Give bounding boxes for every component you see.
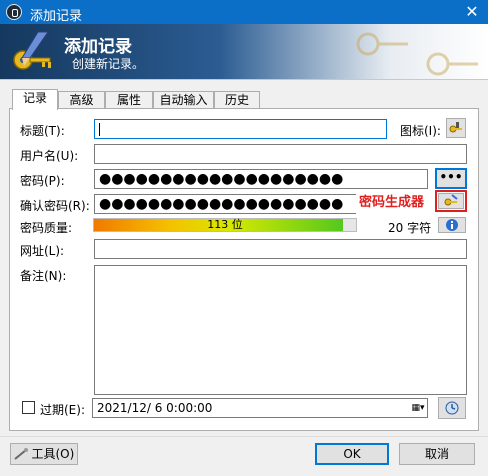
quality-info-button[interactable] <box>438 217 466 233</box>
username-label: 用户名(U): <box>20 149 79 163</box>
header-banner: 添加记录 创建新记录。 <box>0 24 488 80</box>
url-input[interactable] <box>94 239 467 259</box>
title-bar: 添加记录 ✕ <box>0 0 488 24</box>
calendar-dropdown-icon[interactable]: ▦▾ <box>411 401 425 415</box>
confirm-password-input[interactable]: ●●●●●●●●●●●●●●●●●●●● <box>94 194 356 214</box>
show-password-button[interactable]: ••• <box>435 168 467 189</box>
notes-textarea[interactable] <box>94 265 467 395</box>
title-input[interactable] <box>94 119 387 139</box>
tab-record[interactable]: 记录 <box>12 89 58 110</box>
confirm-password-label: 确认密码(R): <box>20 199 90 213</box>
clock-icon <box>445 401 459 415</box>
banner-subtitle: 创建新记录。 <box>72 57 145 71</box>
expiry-presets-button[interactable] <box>438 397 466 419</box>
key-watermark-icon <box>356 32 478 76</box>
window-title: 添加记录 <box>30 9 83 24</box>
password-input[interactable]: ●●●●●●●●●●●●●●●●●●●● <box>94 169 428 189</box>
tab-properties[interactable]: 属性 <box>105 91 153 109</box>
tab-autotype[interactable]: 自动输入 <box>153 91 214 109</box>
password-label: 密码(P): <box>20 174 65 188</box>
expires-checkbox[interactable] <box>22 401 35 414</box>
ok-button[interactable]: OK <box>315 443 389 465</box>
quality-label: 密码质量: <box>20 221 73 235</box>
info-icon <box>446 219 458 231</box>
url-label: 网址(L): <box>20 244 65 258</box>
tab-history[interactable]: 历史 <box>214 91 260 109</box>
tab-advanced[interactable]: 高级 <box>58 91 105 109</box>
banner-heading: 添加记录 <box>64 37 132 57</box>
password-generator-annotation: 密码生成器 <box>359 195 425 210</box>
key-wand-icon <box>444 194 458 206</box>
close-icon[interactable]: ✕ <box>464 2 480 21</box>
tools-icon <box>14 448 28 460</box>
key-pencil-icon <box>13 31 51 70</box>
quality-bits-text: 113 位 <box>207 218 243 231</box>
notes-label: 备注(N): <box>20 269 67 283</box>
cancel-button[interactable]: 取消 <box>399 443 475 465</box>
footer-divider <box>0 436 488 437</box>
lock-icon <box>6 4 22 20</box>
text-caret <box>99 123 100 136</box>
tools-button[interactable]: 工具(O) <box>10 443 78 465</box>
password-quality-bar: 113 位 <box>93 218 357 232</box>
key-icon <box>449 122 462 133</box>
char-count: 20 字符 <box>388 221 432 235</box>
expiry-datetime-picker[interactable]: 2021/12/ 6 0:00:00 ▦▾ <box>92 398 428 418</box>
icon-label: 图标(I): <box>400 124 441 138</box>
title-label: 标题(T): <box>20 124 65 138</box>
expires-label: 过期(E): <box>40 403 85 417</box>
icon-picker-button[interactable] <box>446 118 466 138</box>
password-generator-button[interactable] <box>438 193 464 209</box>
record-panel: 标题(T): 图标(I): 用户名(U): 密码(P): ●●●●●●●●●●●… <box>9 108 479 431</box>
username-input[interactable] <box>94 144 467 164</box>
